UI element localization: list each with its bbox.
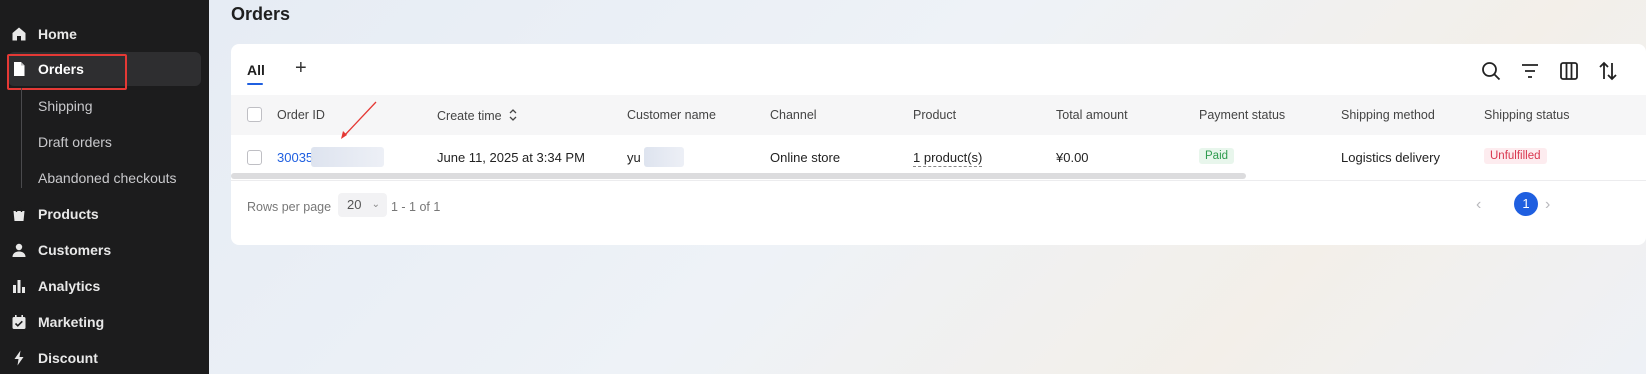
sidebar-item-label: Customers <box>38 242 112 258</box>
create-time-value: June 11, 2025 at 3:34 PM <box>437 150 585 165</box>
col-shipping-method[interactable]: Shipping method <box>1341 108 1435 122</box>
calendar-check-icon <box>11 314 27 330</box>
shipping-method-value: Logistics delivery <box>1341 150 1440 165</box>
rows-per-page-label: Rows per page <box>247 200 332 214</box>
col-total-amount[interactable]: Total amount <box>1056 108 1128 122</box>
product-count-text: 1 product(s) <box>913 150 983 167</box>
sidebar-item-customers[interactable]: Customers <box>8 233 201 267</box>
annotation-arrow <box>341 101 377 139</box>
payment-status-badge: Paid <box>1199 148 1235 164</box>
col-create-time[interactable]: Create time <box>437 108 517 125</box>
redaction-blur <box>311 147 384 167</box>
sidebar-item-products[interactable]: Products <box>8 197 201 231</box>
columns-icon[interactable] <box>1558 60 1580 82</box>
sidebar-item-home[interactable]: Home <box>8 17 201 51</box>
channel-value: Online store <box>770 150 841 165</box>
col-shipping-status[interactable]: Shipping status <box>1484 108 1569 122</box>
sidebar-item-label: Products <box>38 206 99 222</box>
row-checkbox[interactable] <box>247 150 262 165</box>
sidebar-item-label: Discount <box>38 350 98 366</box>
sidebar-item-analytics[interactable]: Analytics <box>8 269 201 303</box>
col-payment-status[interactable]: Payment status <box>1199 108 1285 122</box>
shipping-status-badge: Unfulfilled <box>1484 148 1547 164</box>
pagination-range: 1 - 1 of 1 <box>391 200 441 214</box>
filter-icon[interactable] <box>1519 60 1541 82</box>
sidebar-subitem-draft-orders[interactable]: Draft orders <box>38 127 112 157</box>
chevron-left-icon[interactable]: ‹ <box>1476 196 1481 214</box>
page-number-current[interactable]: 1 <box>1514 192 1538 216</box>
search-icon[interactable] <box>1480 60 1502 82</box>
customer-name-value[interactable]: yu <box>627 150 641 165</box>
horizontal-scrollbar[interactable] <box>231 173 1246 179</box>
user-icon <box>11 242 27 258</box>
sidebar-subitem-shipping[interactable]: Shipping <box>38 91 93 121</box>
col-channel[interactable]: Channel <box>770 108 817 122</box>
chevron-down-icon: ⌄ <box>371 199 380 210</box>
sidebar-item-marketing[interactable]: Marketing <box>8 305 201 339</box>
sort-toggle-icon[interactable] <box>509 108 517 125</box>
col-create-time-label: Create time <box>437 108 502 123</box>
home-icon <box>11 26 27 42</box>
bar-chart-icon <box>11 278 27 294</box>
col-customer-name[interactable]: Customer name <box>627 108 716 122</box>
product-count-link[interactable]: 1 product(s) <box>913 150 983 167</box>
order-id-link[interactable]: 30035 <box>277 150 313 165</box>
col-product[interactable]: Product <box>913 108 956 122</box>
sidebar-item-label: Home <box>38 26 77 42</box>
main-content: Orders All + Order ID Create time Custom… <box>209 0 1646 374</box>
highlight-box <box>7 54 127 90</box>
sub-nav-line <box>21 88 22 188</box>
sidebar-subitem-abandoned-checkouts[interactable]: Abandoned checkouts <box>38 163 177 193</box>
sidebar-item-label: Marketing <box>38 314 105 330</box>
total-amount-value: ¥0.00 <box>1056 150 1089 165</box>
sidebar-item-discount[interactable]: Discount <box>8 341 201 374</box>
chevron-right-icon[interactable]: › <box>1545 196 1550 214</box>
sidebar: Home Orders Shipping Draft orders Abando… <box>0 0 209 374</box>
rows-per-page-select[interactable]: 20 ⌄ <box>338 193 387 217</box>
redaction-blur <box>644 147 684 167</box>
sort-icon[interactable] <box>1597 60 1619 82</box>
rows-per-page-value: 20 <box>347 197 362 212</box>
bag-icon <box>11 206 27 222</box>
sidebar-item-label: Analytics <box>38 278 101 294</box>
orders-card: All + Order ID Create time Customer name… <box>231 44 1646 245</box>
bolt-icon <box>11 350 27 366</box>
table-header: Order ID Create time Customer name Chann… <box>231 95 1646 135</box>
